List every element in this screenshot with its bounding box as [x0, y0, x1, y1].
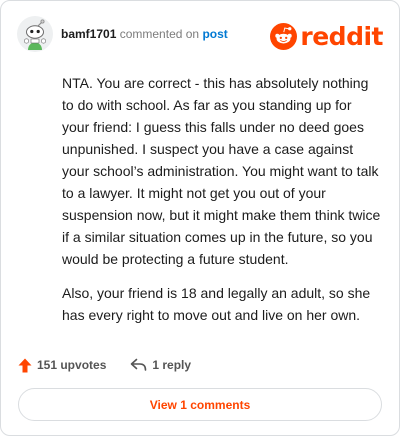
upvote-arrow-icon — [18, 358, 32, 372]
reply-arrow-icon — [131, 358, 147, 371]
username[interactable]: bamf1701 — [61, 27, 116, 41]
view-comments-button[interactable]: View 1 comments — [18, 388, 382, 421]
comment-body: NTA. You are correct - this has absolute… — [62, 72, 381, 338]
comment-card: bamf1701 commented on post reddit NTA. Y… — [0, 0, 400, 436]
avatar[interactable] — [17, 16, 53, 52]
commented-on-text: commented on — [119, 27, 200, 41]
reddit-wordmark: reddit — [300, 21, 383, 51]
comment-actions: 151 upvotes 1 reply — [18, 355, 191, 375]
post-link[interactable]: post — [202, 27, 227, 41]
reply-button[interactable]: 1 reply — [130, 358, 191, 372]
reddit-logo[interactable]: reddit — [270, 21, 383, 51]
snoo-avatar-icon — [17, 16, 53, 52]
reply-count: 1 reply — [152, 358, 192, 372]
upvote-button[interactable]: 151 upvotes — [18, 358, 106, 373]
reddit-snoo-icon — [270, 22, 298, 50]
upvote-count: 151 upvotes — [37, 358, 107, 372]
comment-paragraph: NTA. You are correct - this has absolute… — [62, 75, 381, 267]
comment-byline: bamf1701 commented on post — [61, 27, 228, 41]
view-comments-label: View 1 comments — [149, 397, 251, 412]
comment-paragraph: Also, your friend is 18 and legally an a… — [62, 285, 371, 323]
comment-header: bamf1701 commented on post reddit — [17, 16, 383, 56]
